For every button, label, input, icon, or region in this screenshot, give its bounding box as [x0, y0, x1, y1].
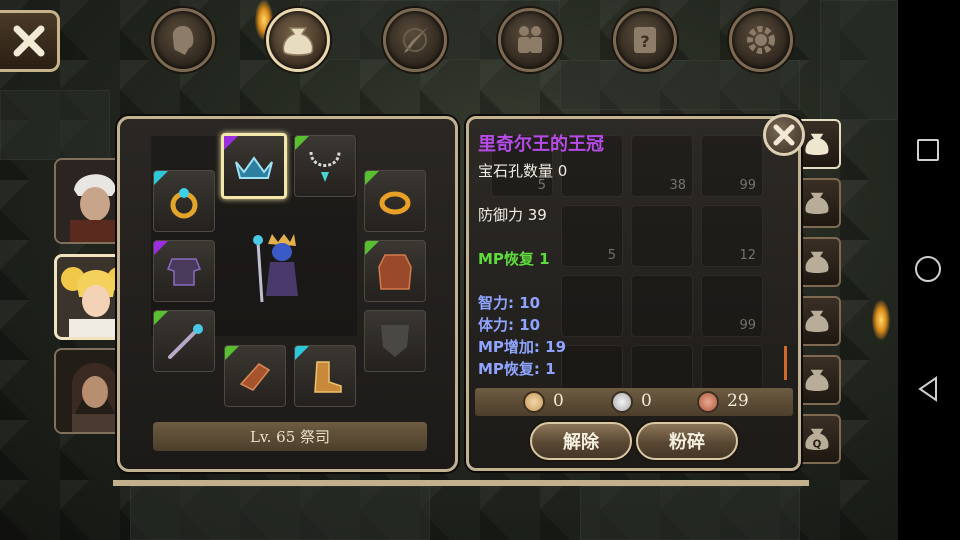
rarity-marker: [224, 136, 238, 150]
rarity-marker: [154, 241, 168, 255]
svg-text:?: ?: [640, 32, 649, 51]
item-count: 5: [607, 248, 616, 263]
rarity-marker: [225, 346, 239, 360]
copper-coin-icon: [697, 391, 719, 413]
smash-button[interactable]: 粉碎: [636, 422, 738, 460]
system-navigation-bar: [898, 0, 960, 540]
circle-icon: [915, 256, 941, 282]
equip-slot-shield[interactable]: [364, 310, 426, 372]
equip-slot-weapon[interactable]: [153, 310, 215, 372]
equip-slot-boots[interactable]: [294, 345, 356, 407]
back-button[interactable]: [914, 375, 942, 403]
silver-coin-icon: [611, 391, 633, 413]
inventory-cell[interactable]: [561, 275, 623, 337]
item-name: 里奇尔王的王冠: [478, 134, 604, 155]
shield-placeholder-icon: [381, 325, 409, 357]
bag-icon: [805, 369, 829, 392]
equip-slot-armor[interactable]: [153, 240, 215, 302]
divider: [113, 480, 809, 486]
home-button[interactable]: [914, 255, 942, 283]
tab-bag[interactable]: [266, 8, 330, 72]
item-count: 38: [669, 178, 686, 193]
inventory-cell[interactable]: 99: [701, 135, 763, 197]
boot-icon: [314, 361, 342, 393]
character-sprite: [253, 234, 298, 303]
close-menu-button[interactable]: [0, 10, 60, 72]
rarity-marker: [154, 171, 168, 185]
inventory-cell[interactable]: [631, 275, 693, 337]
bag-icon: [805, 133, 829, 156]
bag-icon: [282, 27, 314, 56]
silver-amount: 0: [641, 391, 652, 411]
inventory-cell[interactable]: 38: [631, 135, 693, 197]
recent-apps-button[interactable]: [914, 136, 942, 164]
ring-icon: [170, 188, 198, 219]
bag-icon: [805, 310, 829, 333]
close-detail-button[interactable]: [763, 114, 805, 156]
tab-skills[interactable]: [383, 8, 447, 72]
equip-slot-gloves[interactable]: [224, 345, 286, 407]
inventory-cell[interactable]: [631, 205, 693, 267]
rarity-marker: [295, 136, 309, 150]
copper-amount: 29: [727, 391, 749, 411]
bag-icon: [805, 192, 829, 215]
tab-party[interactable]: [498, 8, 562, 72]
staff-icon: [168, 324, 203, 359]
group-people-icon: [518, 26, 542, 53]
equip-slot-ring-right[interactable]: [364, 170, 426, 232]
bonus-stat-mp-regen: MP恢复: 1: [478, 360, 556, 378]
character-level-bar: Lv. 65 祭司: [153, 422, 427, 451]
close-icon: [773, 124, 795, 146]
quest-scroll-icon: ?: [634, 27, 656, 53]
dark-armor-icon: [167, 258, 201, 286]
tab-settings[interactable]: [729, 8, 793, 72]
svg-text:Q: Q: [813, 439, 822, 451]
gold-amount: 0: [553, 391, 564, 411]
rarity-marker: [365, 241, 379, 255]
bag-icon: [805, 251, 829, 274]
unequip-button[interactable]: 解除: [530, 422, 632, 460]
gold-coin-icon: [523, 391, 545, 413]
rarity-marker: [295, 346, 309, 360]
item-count: 99: [739, 318, 756, 333]
bag-q-icon: Q: [805, 428, 829, 451]
close-icon: [13, 25, 44, 57]
bonus-stat-vit: 体力: 10: [478, 316, 541, 334]
item-count: 12: [739, 248, 756, 263]
crown-icon: [235, 156, 273, 179]
inventory-cell[interactable]: 5: [561, 205, 623, 267]
gem-slot-count: 宝石孔数量 0: [478, 162, 568, 180]
spear-emblem-icon: [403, 27, 428, 53]
gear-icon: [747, 26, 775, 54]
tab-character[interactable]: [151, 8, 215, 72]
rarity-marker: [154, 311, 168, 325]
tab-quests[interactable]: ?: [613, 8, 677, 72]
necklace-icon: [309, 151, 341, 182]
equip-slot-head[interactable]: [221, 133, 287, 199]
mp-regen-stat: MP恢复 1: [478, 250, 550, 268]
gauntlet-icon: [239, 363, 271, 391]
item-count: 99: [739, 178, 756, 193]
square-icon: [917, 139, 939, 161]
back-triangle-icon: [918, 376, 937, 402]
inventory-cell[interactable]: 12: [701, 205, 763, 267]
bonus-stat-int: 智力: 10: [478, 294, 541, 312]
leather-vest-icon: [378, 254, 412, 290]
defense-stat: 防御力 39: [478, 206, 547, 224]
equip-slot-ring-left[interactable]: [153, 170, 215, 232]
equip-slot-necklace[interactable]: [294, 135, 356, 197]
equip-slot-cloak[interactable]: [364, 240, 426, 302]
inventory-cell[interactable]: 99: [701, 275, 763, 337]
head-silhouette-icon: [172, 26, 194, 55]
detail-scrollbar[interactable]: [784, 346, 787, 380]
bonus-stat-mp: MP增加: 19: [478, 338, 567, 356]
rarity-marker: [365, 171, 379, 185]
currency-bar: 0 0 29: [475, 388, 793, 416]
gold-ring-icon: [379, 191, 411, 215]
